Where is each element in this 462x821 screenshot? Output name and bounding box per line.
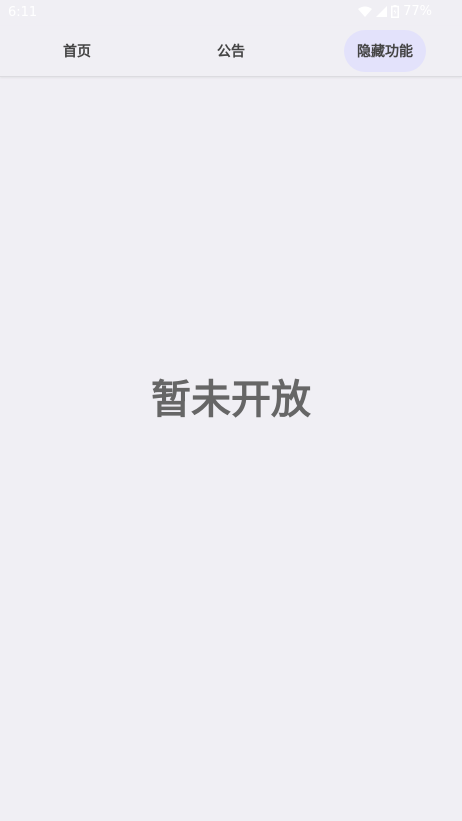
- tab-hidden-features[interactable]: 隐藏功能: [344, 30, 426, 72]
- battery-percent: 77%: [403, 4, 432, 19]
- main-content: 暂未开放: [0, 77, 462, 821]
- signal-icon: [376, 6, 388, 17]
- status-time: 6:11: [8, 5, 38, 20]
- battery-icon: [391, 5, 400, 18]
- not-open-message: 暂未开放: [151, 377, 311, 423]
- status-icons: 77%: [358, 4, 432, 19]
- status-bar: 6:11 77%: [0, 0, 462, 26]
- tab-bar: 首页 公告 隐藏功能: [0, 26, 462, 77]
- tab-notice[interactable]: 公告: [191, 30, 271, 72]
- tab-home[interactable]: 首页: [37, 30, 117, 72]
- wifi-icon: [358, 6, 373, 18]
